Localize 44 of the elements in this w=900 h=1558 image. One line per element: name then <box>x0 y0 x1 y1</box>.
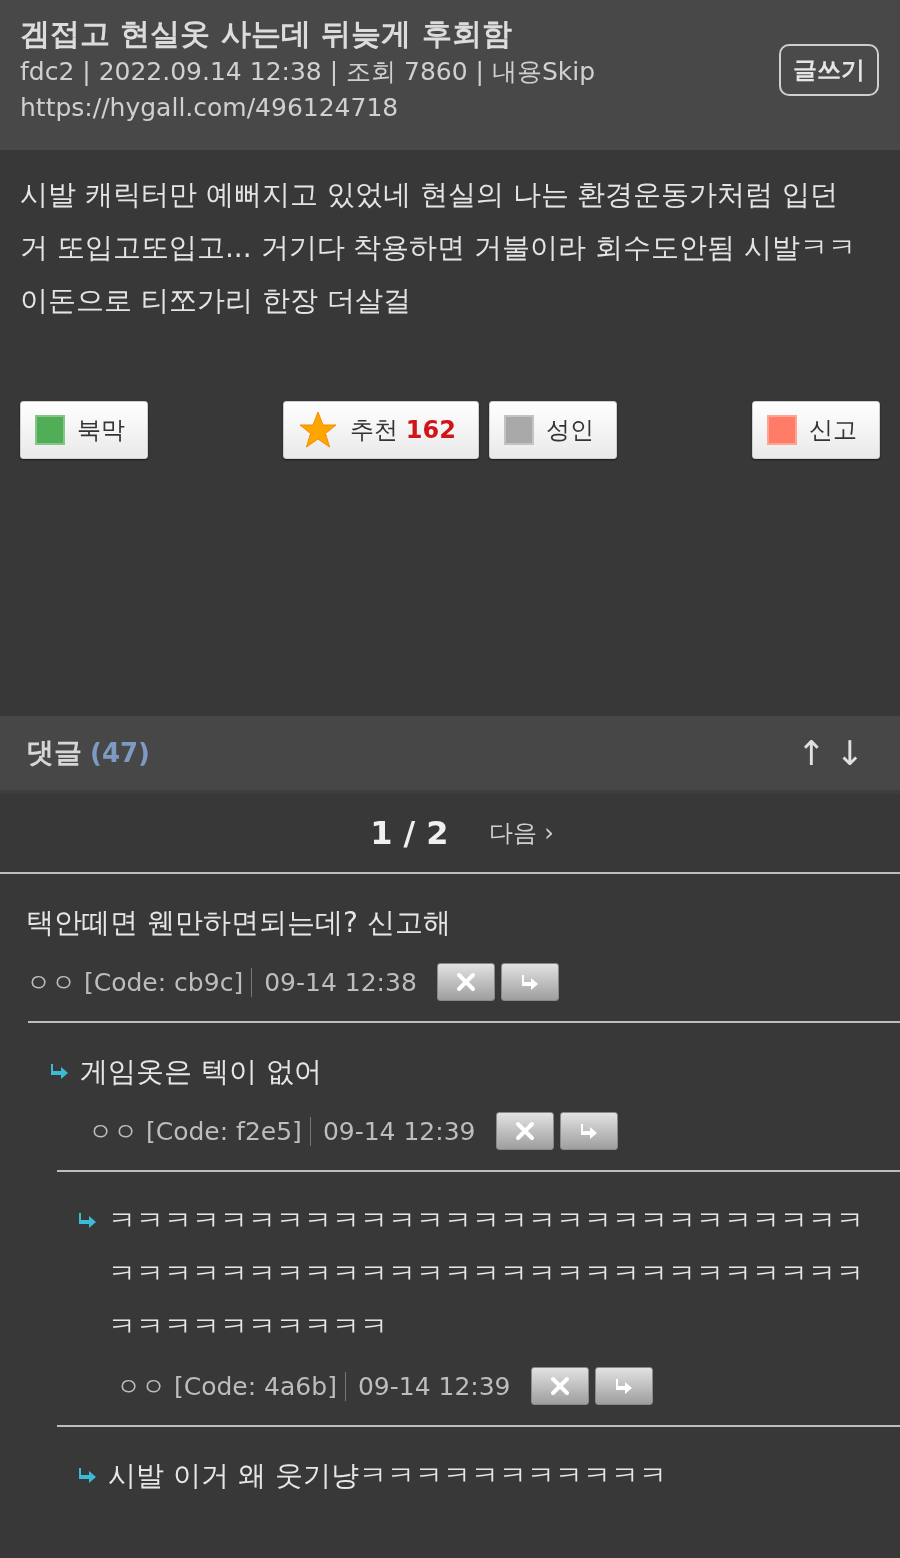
sort-up-link[interactable]: ↑ <box>797 733 826 773</box>
comment-text: 게임옷은 텍이 없어 <box>80 1054 322 1090</box>
reply-icon <box>520 973 539 991</box>
action-button[interactable]: 북막 <box>20 401 148 459</box>
reply-arrow-icon <box>78 1467 98 1485</box>
reply-button[interactable] <box>594 1367 653 1405</box>
comment-code: [Code: f2e5] <box>146 1116 311 1146</box>
close-icon <box>455 972 476 992</box>
comment-text: 택안떼면 웬만하면되는데? 신고해 <box>26 905 451 941</box>
comment-author: ㅇㅇ <box>116 1370 166 1403</box>
close-icon <box>514 1121 535 1141</box>
action-button[interactable]: 신고 <box>752 401 880 459</box>
comments-label: 댓글 <box>26 736 82 769</box>
comment-time: 09-14 12:39 <box>357 1371 511 1401</box>
reply-arrow-icon <box>50 1063 70 1081</box>
comments-count: (47) <box>90 738 150 768</box>
comment-time: 09-14 12:38 <box>264 967 417 997</box>
action-button[interactable]: 추천 162 <box>283 401 479 459</box>
comment-time: 09-14 12:39 <box>322 1116 476 1146</box>
comment-code: [Code: cb9c] <box>84 967 253 997</box>
reply-icon <box>579 1122 598 1140</box>
delete-button[interactable] <box>530 1367 589 1405</box>
comment-author: ㅇㅇ <box>26 966 76 999</box>
post-meta: fdc2 | 2022.09.14 12:38 | 조회 7860 | 내용Skip <box>20 56 596 88</box>
comment-text: ㅋㅋㅋㅋㅋㅋㅋㅋㅋㅋㅋㅋㅋㅋㅋㅋㅋㅋㅋㅋㅋㅋㅋㅋㅋㅋㅋㅋㅋㅋㅋㅋㅋㅋㅋㅋㅋㅋㅋㅋㅋㅋㅋㅋㅋㅋㅋㅋㅋㅋㅋㅋㅋㅋㅋㅋㅋㅋㅋㅋㅋㅋㅋㅋ <box>108 1203 865 1345</box>
delete-button[interactable] <box>495 1112 554 1150</box>
write-button[interactable]: 글쓰기 <box>779 44 879 96</box>
reply-arrow-icon <box>78 1212 98 1230</box>
comment-author: ㅇㅇ <box>88 1115 138 1148</box>
page-indicator: 1 / 2 <box>370 814 449 852</box>
delete-button[interactable] <box>436 963 495 1001</box>
post-body: 시발 캐릭터만 예뻐지고 있었네 현실의 나는 환경운동가처럼 입던 거 또입고또입고... 거기다 착용하면 거불이라 회수도안됨 시발ㅋㅋ 이돈으로 티쪼가리 한장 더살걸 <box>20 177 858 319</box>
reply-button[interactable] <box>559 1112 618 1150</box>
comment-text: 시발 이거 왜 웃기냥ㅋㅋㅋㅋㅋㅋㅋㅋㅋㅋㅋ <box>108 1458 667 1494</box>
reply-icon <box>614 1377 633 1395</box>
next-page-link[interactable]: 다음 › <box>488 817 554 849</box>
post-title: 겜접고 현실옷 사는데 뒤늦게 후회함 <box>20 15 513 53</box>
reply-button[interactable] <box>500 963 559 1001</box>
action-button[interactable]: 성인 <box>488 401 617 459</box>
close-icon <box>549 1376 570 1396</box>
sort-down-link[interactable]: ↓ <box>835 733 864 773</box>
post-url: https://hygall.com/496124718 <box>20 92 400 124</box>
comment-code: [Code: 4a6b] <box>174 1371 346 1401</box>
star-icon <box>298 410 339 450</box>
